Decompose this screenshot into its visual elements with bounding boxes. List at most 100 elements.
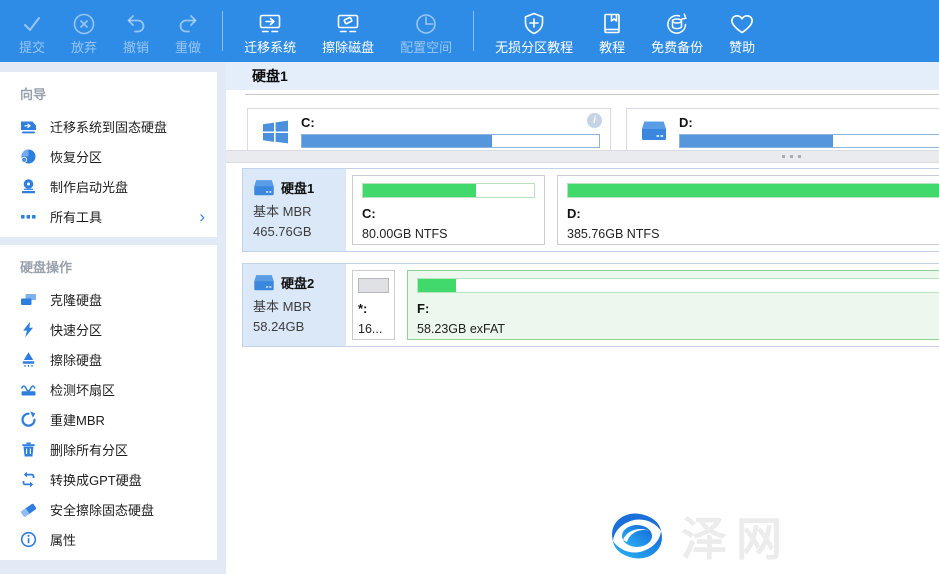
sidebar-item-check-bad-sectors[interactable]: 检测坏扇区 bbox=[0, 374, 217, 404]
dots-icon bbox=[20, 208, 37, 225]
sidebar-item-migrate-os-to-ssd[interactable]: 迁移系统到固态硬盘 bbox=[0, 111, 217, 141]
partition-usage-fill bbox=[363, 184, 476, 197]
toolbar-separator bbox=[473, 11, 474, 51]
toolbar-redo-button[interactable]: 重做 bbox=[162, 1, 214, 61]
sidebar-section-title: 硬盘操作 bbox=[0, 245, 217, 284]
check-icon bbox=[19, 8, 45, 40]
toolbar-undo-button[interactable]: 撤销 bbox=[110, 1, 162, 61]
erase-disk-icon bbox=[335, 8, 361, 40]
wave-icon bbox=[20, 381, 37, 398]
sidebar-item-all-tools[interactable]: 所有工具› bbox=[0, 201, 217, 231]
splitter-dots-icon bbox=[782, 155, 801, 158]
drive-letter: C: bbox=[301, 115, 600, 134]
drive-card-body: D: bbox=[679, 115, 939, 150]
shield-plus-icon bbox=[521, 8, 547, 40]
discard-icon bbox=[71, 8, 97, 40]
sidebar-item-secure-erase-ssd[interactable]: 安全擦除固态硬盘 bbox=[0, 494, 217, 524]
sidebar-item-convert-to-gpt[interactable]: 转换成GPT硬盘 bbox=[0, 464, 217, 494]
usage-bar bbox=[679, 134, 939, 148]
undo-icon bbox=[123, 8, 149, 40]
toolbar-button-label: 迁移系统 bbox=[244, 41, 296, 55]
toolbar-button-label: 无损分区教程 bbox=[495, 41, 573, 55]
usage-fill bbox=[302, 135, 492, 147]
sidebar-item-label: 快速分区 bbox=[50, 320, 102, 339]
chevron-right-icon: › bbox=[199, 208, 205, 225]
disk-name-row: 硬盘1 bbox=[253, 178, 346, 197]
sidebar-item-label: 删除所有分区 bbox=[50, 440, 128, 459]
eraser-icon bbox=[20, 501, 37, 518]
sidebar-item-label: 重建MBR bbox=[50, 410, 105, 429]
sidebar-item-properties[interactable]: 属性 bbox=[0, 524, 217, 554]
toolbar-discard-button[interactable]: 放弃 bbox=[58, 1, 110, 61]
sidebar-item-erase-hard-disk[interactable]: 擦除硬盘 bbox=[0, 344, 217, 374]
partition-size: 16... bbox=[358, 322, 389, 336]
toolbar-button-label: 撤销 bbox=[123, 41, 149, 55]
drive-small-icon bbox=[253, 179, 275, 196]
partition-letter: C: bbox=[362, 206, 535, 221]
disk-list: 硬盘1基本 MBR465.76GBC:80.00GB NTFSD:385.76G… bbox=[226, 163, 939, 574]
brush-icon bbox=[20, 351, 37, 368]
overview-drive-d[interactable]: D: bbox=[626, 108, 939, 150]
disk-name: 硬盘2 bbox=[281, 273, 314, 292]
sidebar-item-label: 恢复分区 bbox=[50, 147, 102, 166]
lightning-icon bbox=[20, 321, 37, 338]
sidebar-item-clone-disk[interactable]: 克隆硬盘 bbox=[0, 284, 217, 314]
sidebar-item-rebuild-mbr[interactable]: 重建MBR bbox=[0, 404, 217, 434]
drive-card-body: C: bbox=[301, 115, 600, 150]
overview-drive-c[interactable]: C:i bbox=[247, 108, 611, 150]
tab-disk1[interactable]: 硬盘1 bbox=[252, 66, 288, 86]
drive-icon bbox=[641, 120, 667, 150]
partition-f[interactable]: F: 58.23GB exFAT bbox=[407, 270, 939, 340]
toolbar-button-label: 教程 bbox=[599, 41, 625, 55]
toolbar-button-label: 放弃 bbox=[71, 41, 97, 55]
refresh-icon bbox=[20, 411, 37, 428]
partition-letter: *: bbox=[358, 301, 389, 316]
info-icon[interactable]: i bbox=[587, 113, 602, 128]
disk-type: 基本 MBR bbox=[253, 201, 346, 220]
sidebar-section: 向导迁移系统到固态硬盘恢复分区制作启动光盘所有工具› bbox=[0, 72, 217, 237]
sidebar-item-make-boot-disc[interactable]: 制作启动光盘 bbox=[0, 171, 217, 201]
toolbar-migrate-system-button[interactable]: 迁移系统 bbox=[231, 1, 309, 61]
partition-usage-fill bbox=[359, 279, 388, 292]
sidebar-item-label: 安全擦除固态硬盘 bbox=[50, 500, 154, 519]
partitions: C:80.00GB NTFSD:385.76GB NTFS bbox=[346, 169, 939, 251]
disk-info-panel[interactable]: 硬盘2 基本 MBR 58.24GB bbox=[243, 264, 346, 346]
partition-usage-bar bbox=[567, 183, 939, 198]
disk-row-2: 硬盘2 基本 MBR 58.24GB *: 16... F: 58.23GB exFAT bbox=[242, 263, 939, 347]
partitions: *: 16... F: 58.23GB exFAT bbox=[346, 264, 939, 346]
sidebar-item-delete-all-partitions[interactable]: 删除所有分区 bbox=[0, 434, 217, 464]
disk-name: 硬盘1 bbox=[281, 178, 314, 197]
clone-icon bbox=[20, 291, 37, 308]
sidebar-item-label: 迁移系统到固态硬盘 bbox=[50, 117, 167, 136]
disk-info-panel[interactable]: 硬盘1基本 MBR465.76GB bbox=[243, 169, 346, 251]
redo-icon bbox=[175, 8, 201, 40]
sidebar-item-label: 检测坏扇区 bbox=[50, 380, 115, 399]
windows-icon bbox=[262, 120, 289, 150]
toolbar-lossless-partition-tutorial-button[interactable]: 无损分区教程 bbox=[482, 1, 586, 61]
disk-type: 基本 MBR bbox=[253, 296, 346, 315]
toolbar-button-label: 免费备份 bbox=[651, 41, 703, 55]
partition-usage-bar bbox=[417, 278, 939, 293]
sidebar-item-recover-partition[interactable]: 恢复分区 bbox=[0, 141, 217, 171]
sidebar-item-label: 转换成GPT硬盘 bbox=[50, 470, 142, 489]
toolbar-erase-disk-button[interactable]: 擦除磁盘 bbox=[309, 1, 387, 61]
partition-star[interactable]: *: 16... bbox=[352, 270, 395, 340]
toolbar-free-backup-button[interactable]: 免费备份 bbox=[638, 1, 716, 61]
partition-size: 385.76GB NTFS bbox=[567, 227, 939, 241]
backup-icon bbox=[663, 8, 691, 40]
drive-overview-strip: C:i D: bbox=[226, 100, 939, 150]
disk-size: 58.24GB bbox=[253, 319, 346, 334]
toolbar-submit-button[interactable]: 提交 bbox=[6, 1, 58, 61]
partition-d[interactable]: D:385.76GB NTFS bbox=[557, 175, 939, 245]
splitter-handle[interactable] bbox=[226, 150, 939, 163]
partition-letter: F: bbox=[417, 301, 939, 316]
migrate-disk-icon bbox=[257, 8, 283, 40]
toolbar-donate-button[interactable]: 赞助 bbox=[716, 1, 768, 61]
toolbar-tutorial-button[interactable]: 教程 bbox=[586, 1, 638, 61]
sidebar-item-quick-partition[interactable]: 快速分区 bbox=[0, 314, 217, 344]
toolbar-allocate-space-button[interactable]: 配置空间 bbox=[387, 1, 465, 61]
partition-c[interactable]: C:80.00GB NTFS bbox=[352, 175, 545, 245]
disk-name-row: 硬盘2 bbox=[253, 273, 346, 292]
partition-size: 58.23GB exFAT bbox=[417, 322, 939, 336]
horizontal-divider-line bbox=[245, 94, 939, 95]
